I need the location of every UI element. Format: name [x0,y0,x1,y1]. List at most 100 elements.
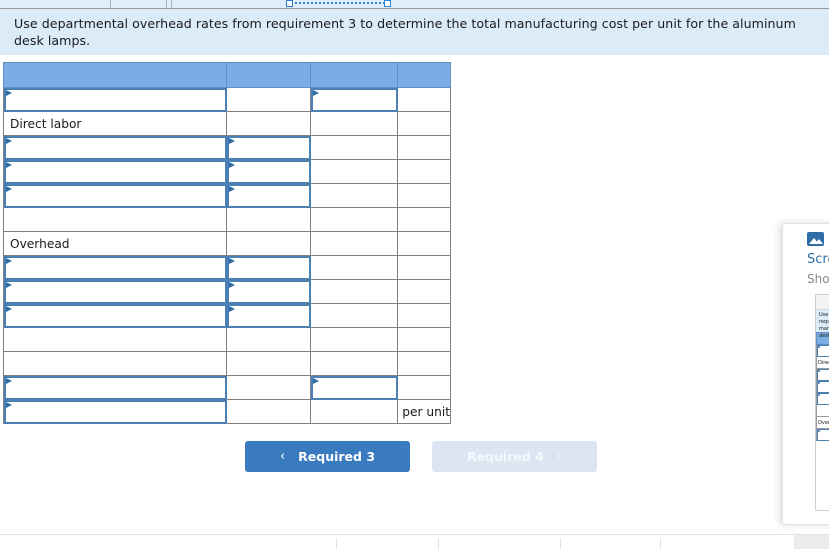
instruction-banner: Use departmental overhead rates from req… [0,9,829,55]
cell-col2-11 [227,352,311,376]
cell-col3-9 [311,304,398,328]
cell-col2-7[interactable] [227,256,311,280]
cell-col4-3 [398,160,451,184]
cell-description-13[interactable] [4,400,227,424]
cell-description-3[interactable] [4,160,227,184]
table-row [4,208,451,232]
table-row: Overhead [4,232,451,256]
table-row [4,352,451,376]
spreadsheet-bottom-strip [0,534,829,549]
header-cell-col3 [311,63,398,88]
manufacturing-cost-worksheet[interactable]: Direct labor Overhead per unit [3,62,451,424]
column-separator [171,0,172,8]
image-icon [807,232,824,246]
cell-col3-7 [311,256,398,280]
cell-col3-5 [311,208,398,232]
column-separator [110,0,111,8]
selection-handle-left[interactable] [286,0,293,7]
thumbnail-row [817,393,829,405]
next-requirement-button[interactable]: Required 4 › [432,441,597,472]
chevron-left-icon: ‹ [280,449,285,464]
thumbnail-toolbar [816,295,829,310]
thumbnail-cell-label-3 [817,381,829,393]
cell-col4-0 [398,88,451,112]
thumbnail-table: Direct labor Overhead [816,332,829,441]
thumbnail-row [817,405,829,417]
previous-requirement-button[interactable]: ‹ Required 3 [245,441,410,472]
table-row [4,136,451,160]
table-row [4,160,451,184]
selection-marquee [290,2,385,4]
cell-description-1: Direct labor [4,112,227,136]
screenshot-notification-popup[interactable]: Scre Show Use departmental overhead rate… [782,223,829,525]
cell-col3-6 [311,232,398,256]
table-row [4,184,451,208]
cell-col2-2[interactable] [227,136,311,160]
thumbnail-row: Overhead [817,417,829,429]
column-separator [438,538,439,549]
cell-col3-4 [311,184,398,208]
cell-col2-1 [227,112,311,136]
cell-col3-8 [311,280,398,304]
selection-handle-right[interactable] [384,0,391,7]
popup-subtitle[interactable]: Show [807,272,829,286]
cell-col3-3 [311,160,398,184]
table-row [4,256,451,280]
thumbnail-row [817,345,829,357]
cell-col2-0 [227,88,311,112]
cell-description-7[interactable] [4,256,227,280]
cell-col3-11 [311,352,398,376]
thumbnail-row [817,429,829,441]
cell-description-8[interactable] [4,280,227,304]
thumbnail-cell-label-1: Direct labor [817,357,829,369]
strip-end-filler [794,535,829,549]
cell-col3-10 [311,328,398,352]
cell-description-2[interactable] [4,136,227,160]
cell-description-9[interactable] [4,304,227,328]
cell-col4-11 [398,352,451,376]
header-cell-col2 [227,63,311,88]
cell-col2-6 [227,232,311,256]
cell-col4-1 [398,112,451,136]
screenshot-thumbnail[interactable]: Use departmental overhead rates from req… [815,294,829,511]
cell-description-10 [4,328,227,352]
thumbnail-row: Direct labor [817,357,829,369]
cell-col2-4[interactable] [227,184,311,208]
cell-description-4[interactable] [4,184,227,208]
cell-col2-9[interactable] [227,304,311,328]
column-separator [336,538,337,549]
cell-description-11 [4,352,227,376]
header-cell-col4 [398,63,451,88]
previous-requirement-label: Required 3 [298,449,375,464]
cell-col2-8[interactable] [227,280,311,304]
thumbnail-cell-label-6: Overhead [817,417,829,429]
thumbnail-cell-label-0 [817,345,829,357]
table-row [4,88,451,112]
cell-col2-5 [227,208,311,232]
column-separator [166,0,167,8]
table-row [4,304,451,328]
cell-col2-10 [227,328,311,352]
cell-description-12[interactable] [4,376,227,400]
thumbnail-cell-label-2 [817,369,829,381]
table-row: Direct labor [4,112,451,136]
cell-description-6: Overhead [4,232,227,256]
cell-col3-2 [311,136,398,160]
thumbnail-cell-label-7 [817,429,829,441]
instruction-text: Use departmental overhead rates from req… [14,15,817,49]
next-requirement-label: Required 4 [467,449,544,464]
cell-col3-0[interactable] [311,88,398,112]
cell-description-0[interactable] [4,88,227,112]
cell-col4-4 [398,184,451,208]
thumbnail-cell-label-4 [817,393,829,405]
thumbnail-cell-label-5 [817,405,829,417]
cell-col3-12[interactable] [311,376,398,400]
cell-col2-3[interactable] [227,160,311,184]
table-row: per unit [4,400,451,424]
cell-col4-8 [398,280,451,304]
requirement-navigation: ‹ Required 3 Required 4 › [245,441,597,472]
cell-col2-13 [227,400,311,424]
table-row [4,328,451,352]
thumbnail-row [817,381,829,393]
cell-col4-9 [398,304,451,328]
